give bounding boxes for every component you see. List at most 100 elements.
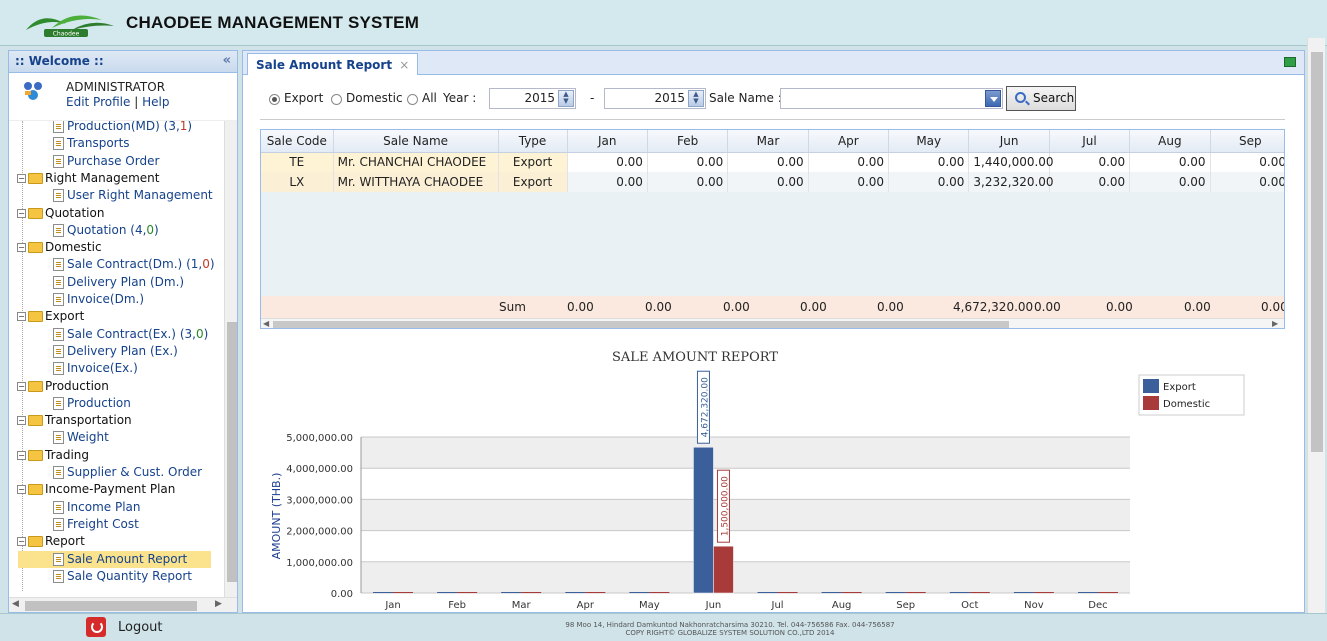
collapse-toggle-icon[interactable]: − [17,208,26,218]
page-vertical-scrollbar[interactable] [1307,38,1325,613]
column-header[interactable]: Feb [647,130,729,153]
collapse-toggle-icon[interactable]: − [17,312,26,322]
column-header[interactable]: Jan [567,130,648,153]
tree-item[interactable]: Production [53,395,131,412]
tree-item[interactable]: Purchase Order [53,153,159,170]
sidebar-header: :: Welcome :: « [9,51,237,73]
column-header[interactable]: Type [498,130,568,153]
column-header[interactable]: Sep [1210,130,1284,153]
tree-item[interactable]: Production(MD) (3,1) [53,121,192,135]
tree-item-label: User Right Management [67,188,213,203]
year-to-stepper-icon[interactable]: ▲ ▼ [688,90,704,107]
sidebar-horizontal-scrollbar[interactable]: ◀ ▶ [9,597,237,612]
grid-horizontal-scrollbar[interactable]: ◀ ▶ [261,318,1284,328]
collapse-toggle-icon[interactable]: − [17,537,26,547]
help-link[interactable]: Help [142,95,169,109]
document-icon [53,121,64,133]
bar-export [693,446,714,594]
tree-folder[interactable]: − Transportation [17,412,132,429]
maximize-icon[interactable] [1284,57,1296,67]
tree-folder[interactable]: − Production [17,378,109,395]
tree-folder[interactable]: − Quotation [17,205,104,222]
power-icon[interactable] [86,617,106,637]
collapse-toggle-icon[interactable]: − [17,485,26,495]
sidebar-scroll-thumb[interactable] [227,322,237,582]
tree-item[interactable]: Invoice(Ex.) [53,360,138,377]
x-tick-label: Jan [384,600,400,611]
tree-item[interactable]: Supplier & Cust. Order [53,464,202,481]
domestic-radio[interactable] [331,94,342,105]
tree-item[interactable]: Transports [53,135,130,152]
grid-band [361,561,1130,593]
user-links: Edit Profile | Help [66,95,169,109]
scroll-right-icon[interactable]: ▶ [215,599,222,609]
bar-domestic [841,592,862,593]
column-header[interactable]: Aug [1129,130,1211,153]
tree-item[interactable]: Delivery Plan (Ex.) [53,343,178,360]
table-row[interactable]: LX Mr. WITTHAYA CHAODEE Export 0.00 0.00 0.00… [261,172,1284,192]
document-icon [53,362,64,376]
year-from-spinner[interactable]: 2015 ▲ ▼ [489,88,576,109]
collapse-toggle-icon[interactable]: − [17,416,26,426]
tree-item-label: Domestic [45,240,102,255]
sidebar-vertical-scrollbar[interactable] [224,121,237,597]
collapse-left-icon[interactable]: « [223,53,231,68]
page-scroll-thumb[interactable] [1311,52,1323,452]
tree-item-label: Sale Quantity Report [67,568,192,583]
column-header[interactable]: Jul [1049,130,1131,153]
x-tick-label: Mar [512,600,532,611]
column-header[interactable]: Sale Name [333,130,499,153]
scroll-left-icon[interactable]: ◀ [12,599,19,609]
tree-item-label: Export [45,309,85,324]
collapse-toggle-icon[interactable]: − [17,450,26,460]
collapse-toggle-icon[interactable]: − [17,243,26,253]
tree-item[interactable]: Invoice(Dm.) [53,291,144,308]
legend-swatch [1143,396,1159,410]
tab-close-icon[interactable]: × [399,58,409,72]
sale-name-select[interactable] [780,88,1003,109]
grid-hscroll-thumb[interactable] [273,321,1009,328]
sum-value: 0.00 [800,300,827,314]
collapse-toggle-icon[interactable]: − [17,173,26,183]
all-radio[interactable] [407,94,418,105]
year-from-stepper-icon[interactable]: ▲ ▼ [558,90,574,107]
column-header[interactable]: Jun [968,130,1050,153]
year-to-spinner[interactable]: 2015 ▲ ▼ [604,88,706,109]
table-row[interactable]: TE Mr. CHANCHAI CHAODEE Export 0.00 0.00 0.00… [261,152,1284,172]
year-range-dash: - [590,91,595,105]
logout-link[interactable]: Logout [118,620,163,635]
column-header[interactable]: May [888,130,970,153]
export-radio[interactable] [269,94,280,105]
edit-profile-link[interactable]: Edit Profile [66,95,130,109]
tree-item[interactable]: Freight Cost [53,516,139,533]
folder-icon [28,242,43,254]
tree-item[interactable]: Delivery Plan (Dm.) [53,274,184,291]
tree-folder[interactable]: − Trading [17,447,89,464]
tree-item[interactable]: Sale Contract(Ex.) (3,0) [53,326,208,343]
tree-item[interactable]: Sale Contract(Dm.) (1,0) [53,256,215,273]
collapse-toggle-icon[interactable]: − [17,381,26,391]
search-button[interactable]: Search [1006,86,1076,111]
folder-icon [28,207,43,219]
column-header[interactable]: Apr [808,130,890,153]
tree-folder[interactable]: − Domestic [17,239,102,256]
tree-folder[interactable]: − Right Management [17,170,159,187]
column-header[interactable]: Mar [727,130,809,153]
sidebar-title: :: Welcome :: [15,54,104,68]
grid-scroll-left-icon[interactable]: ◀ [263,319,269,328]
column-header[interactable]: Sale Code [261,130,334,153]
tree-item[interactable]: Weight [53,429,109,446]
tree-folder[interactable]: − Export [17,308,84,325]
tab-sale-amount-report[interactable]: Sale Amount Report × [247,53,419,75]
sidebar-hscroll-thumb[interactable] [25,601,197,611]
tree-item[interactable]: User Right Management [53,187,213,204]
tree-folder[interactable]: − Report [17,533,85,550]
tree-item[interactable]: Income Plan [53,499,141,516]
tree-folder[interactable]: − Income-Payment Plan [17,481,175,498]
chevron-down-icon[interactable] [985,90,1001,107]
year-label: Year : [443,91,477,105]
tree-item[interactable]: Sale Quantity Report [53,568,192,585]
tree-item[interactable]: Quotation (4,0) [53,222,159,239]
tree-item-selected[interactable]: Sale Amount Report [18,550,211,568]
grid-scroll-right-icon[interactable]: ▶ [1272,319,1278,328]
